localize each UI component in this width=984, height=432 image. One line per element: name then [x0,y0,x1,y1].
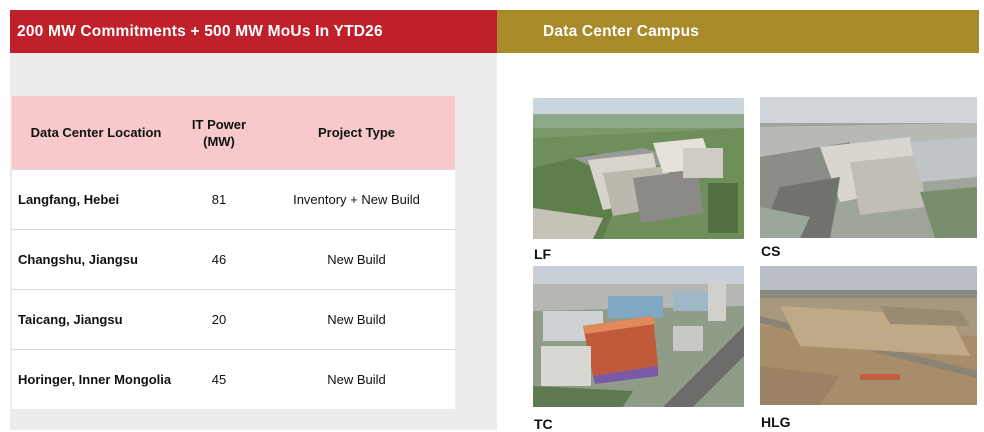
row-location: Horinger, Inner Mongolia [12,349,180,409]
commitments-panel: 200 MW Commitments + 500 MW MoUs In YTD2… [10,10,497,430]
caption-hlg: HLG [761,414,791,430]
photo-cs [760,97,977,238]
table-row: Changshu, Jiangsu 46 New Build [12,229,455,290]
commitments-header: 200 MW Commitments + 500 MW MoUs In YTD2… [10,10,497,53]
table-row: Langfang, Hebei 81 Inventory + New Build [12,169,455,230]
header-it-power-line1: IT Power [191,116,247,132]
row-power: 81 [180,169,258,230]
row-location: Changshu, Jiangsu [12,229,180,290]
photo-lf [533,98,744,239]
row-type: New Build [258,229,455,290]
row-power: 20 [180,289,258,350]
table-row: Horinger, Inner Mongolia 45 New Build [12,349,455,409]
table-row: Taicang, Jiangsu 20 New Build [12,289,455,350]
header-it-power-line2: (MW) [203,133,235,149]
row-location: Taicang, Jiangsu [12,289,180,350]
row-type: New Build [258,289,455,350]
header-project-type: Project Type [258,96,455,170]
row-type: New Build [258,349,455,409]
campus-header: Data Center Campus [497,10,979,53]
row-location: Langfang, Hebei [12,169,180,230]
caption-cs: CS [761,243,781,259]
row-power: 45 [180,349,258,409]
data-center-table: Data Center Location IT Power (MW) Proje… [12,96,455,409]
row-power: 46 [180,229,258,290]
photo-hlg [760,266,977,405]
header-it-power: IT Power (MW) [180,96,258,170]
row-type: Inventory + New Build [258,169,455,230]
header-location: Data Center Location [12,96,180,170]
table-header-row: Data Center Location IT Power (MW) Proje… [12,96,455,170]
caption-lf: LF [534,246,552,262]
campus-panel: Data Center Campus LF CS TC HLG [497,10,979,432]
photo-tc [533,266,744,407]
